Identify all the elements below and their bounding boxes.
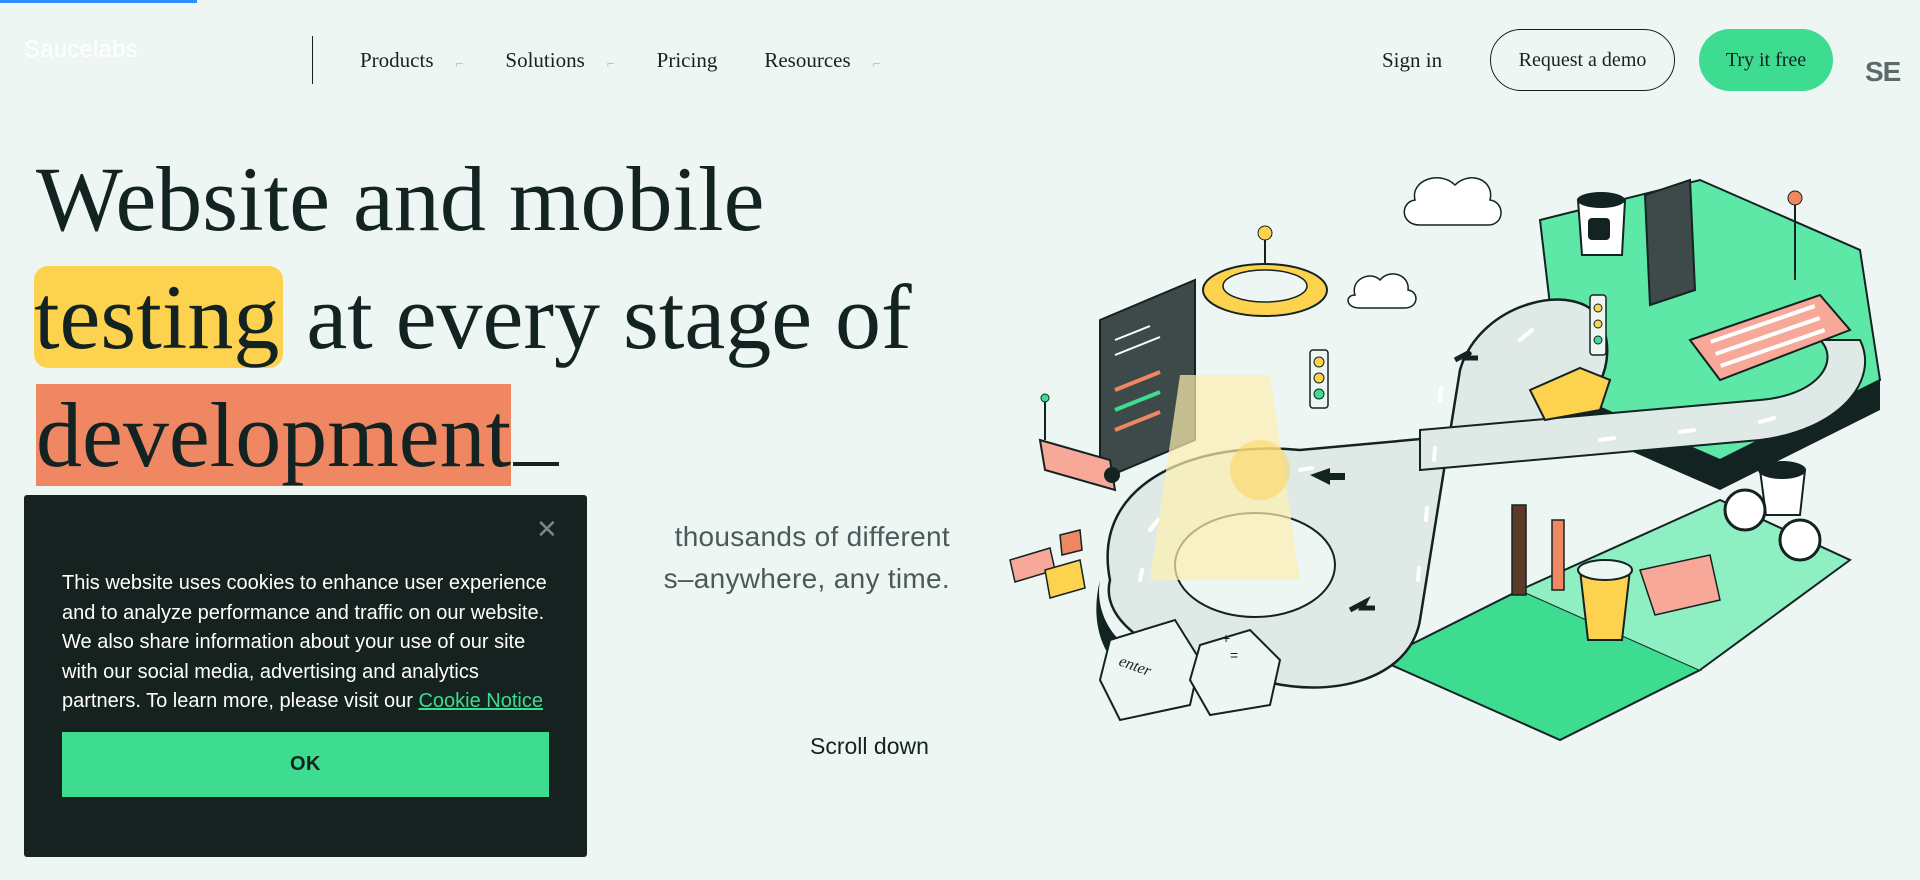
scroll-down-link[interactable]: Scroll down <box>810 733 929 760</box>
nav-item-label: Pricing <box>656 48 718 72</box>
try-free-button[interactable]: Try it free <box>1699 29 1833 91</box>
nav-item-resources[interactable]: Resources ⌐ <box>764 48 880 73</box>
nav-item-pricing[interactable]: Pricing <box>657 48 718 73</box>
cookie-banner: ✕ This website uses cookies to enhance u… <box>24 495 587 857</box>
hero-subtext: thousands of different s–anywhere, any t… <box>590 516 950 600</box>
hero-title-line2: at every stage of <box>283 266 912 368</box>
saucelabs-logo[interactable]: Saucelabs <box>24 36 138 64</box>
nav-item-label: Products <box>360 48 434 72</box>
chevron-down-icon: ⌐ <box>872 56 881 72</box>
nav-divider <box>312 36 313 84</box>
nav-item-label: Solutions <box>505 48 585 72</box>
site-header: Saucelabs Products ⌐ Solutions ⌐ Pricing… <box>0 0 1920 110</box>
hero-highlight-development: development <box>36 384 512 486</box>
sign-in-link[interactable]: Sign in <box>1382 48 1442 73</box>
main-nav: Products ⌐ Solutions ⌐ Pricing Resources… <box>360 48 923 73</box>
cookie-ok-button[interactable]: OK <box>62 732 549 797</box>
nav-item-products[interactable]: Products ⌐ <box>360 48 463 73</box>
key-plus-label: + <box>1222 630 1230 646</box>
typing-cursor <box>513 456 560 466</box>
hero-subtext-line1: thousands of different <box>674 521 950 552</box>
hero-title: Website and mobile testing at every stag… <box>34 140 1016 494</box>
chevron-down-icon: ⌐ <box>455 56 464 72</box>
cookie-text: This website uses cookies to enhance use… <box>62 569 552 717</box>
request-demo-button[interactable]: Request a demo <box>1490 29 1675 91</box>
hero-highlight-testing: testing <box>34 266 284 368</box>
nav-item-solutions[interactable]: Solutions ⌐ <box>505 48 614 73</box>
key-equals-label: = <box>1230 647 1238 663</box>
hero-title-line1: Website and mobile <box>36 148 765 250</box>
hero-illustration: enter + = <box>1009 177 1882 742</box>
hero-subtext-line2: s–anywhere, any time. <box>663 563 950 594</box>
nav-item-label: Resources <box>764 48 851 72</box>
chevron-down-icon: ⌐ <box>606 56 615 72</box>
cookie-notice-link[interactable]: Cookie Notice <box>418 690 543 712</box>
search-icon[interactable]: SE <box>1865 56 1901 88</box>
close-icon[interactable]: ✕ <box>536 515 558 545</box>
